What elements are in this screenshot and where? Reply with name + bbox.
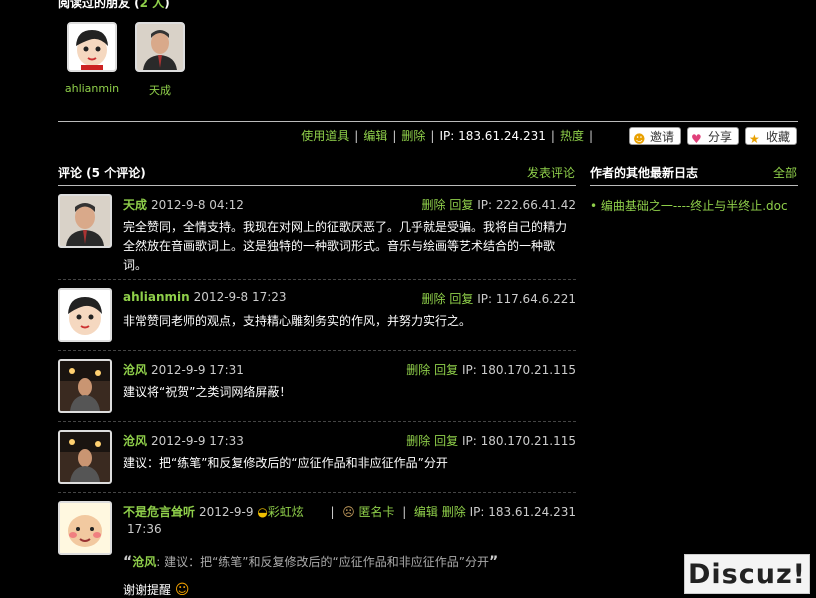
rainbow-icon: ◒ xyxy=(257,505,268,519)
friend-avatar[interactable] xyxy=(67,22,117,72)
quote-block: “沧风: 建议：把“练笔”和反复修改后的“应征作品和非应征作品”分开” xyxy=(123,553,498,570)
comments-title: 评论 (5 个评论) xyxy=(58,166,146,180)
comments-divider xyxy=(58,185,576,186)
comment-divider xyxy=(58,350,576,351)
discuz-watermark: Discuz! xyxy=(684,554,810,594)
quote-author[interactable]: 沧风 xyxy=(132,555,156,569)
invite-icon: ☻ xyxy=(633,132,646,146)
bullet-icon: • xyxy=(590,199,598,213)
reply-link[interactable]: 回复 xyxy=(449,198,473,212)
reply-link[interactable]: 回复 xyxy=(434,434,458,448)
heart-icon: ♥ xyxy=(691,132,702,146)
rainbow-link[interactable]: 彩虹炫 xyxy=(268,505,304,519)
reply-link[interactable]: 回复 xyxy=(434,363,458,377)
visitors-title: 阅读过的朋友 (2 人) xyxy=(58,0,170,10)
comment-author[interactable]: 不是危言耸听 xyxy=(123,505,195,519)
comment-time: 2012-9-9 xyxy=(199,505,254,519)
sidebar-title: 作者的其他最新日志 xyxy=(590,166,699,180)
separator: | xyxy=(430,129,435,143)
comment-time: 2012-9-8 04:12 xyxy=(151,198,244,212)
comment-author[interactable]: 沧风 xyxy=(123,363,147,377)
heat-link[interactable]: 热度 xyxy=(560,129,584,143)
comment-body: 建议：把“练笔”和反复修改后的“应征作品和非应征作品”分开 xyxy=(123,456,448,470)
quote-open-icon: “ xyxy=(123,554,133,570)
comment-time: 2012-9-9 17:31 xyxy=(151,363,244,377)
sidebar-divider xyxy=(590,185,798,186)
edit-link[interactable]: 编辑 xyxy=(414,505,438,519)
comment-divider xyxy=(58,421,576,422)
comment-ip: IP: 222.66.41.42 xyxy=(477,198,576,212)
comment-ip: IP: 183.61.24.231 xyxy=(469,505,576,519)
delete-link[interactable]: 删除 xyxy=(406,434,430,448)
comment-item: ahlianmin 2012-9-8 17:23 删除 回复 IP: 117.64… xyxy=(58,288,576,344)
comment-avatar[interactable] xyxy=(58,359,112,413)
quote-text: : 建议：把“练笔”和反复修改后的“应征作品和非应征作品”分开 xyxy=(156,555,489,569)
comment-author[interactable]: 沧风 xyxy=(123,434,147,448)
anon-card-link[interactable]: 匿名卡 xyxy=(359,505,395,519)
share-button[interactable]: ♥ 分享 xyxy=(687,127,739,146)
edit-link[interactable]: 编辑 xyxy=(363,129,387,143)
comment-avatar[interactable] xyxy=(58,288,112,342)
comment-time: 2012-9-8 17:23 xyxy=(193,290,287,304)
comment-time: 2012-9-9 17:33 xyxy=(151,434,244,448)
delete-link[interactable]: 删除 xyxy=(442,505,466,519)
separator: | xyxy=(354,129,359,143)
friend-avatar[interactable] xyxy=(135,22,185,72)
comment-avatar[interactable] xyxy=(58,194,112,248)
comment-avatar[interactable] xyxy=(58,501,112,555)
separator: | xyxy=(588,129,593,143)
separator: | xyxy=(550,129,555,143)
comment-item: 沧风 2012-9-9 17:33 删除 回复 IP: 180.170.21.11… xyxy=(58,430,576,486)
comment-body: 谢谢提醒 xyxy=(123,583,172,597)
reply-link[interactable]: 回复 xyxy=(449,292,473,306)
comment-author[interactable]: 天成 xyxy=(123,198,147,212)
delete-link[interactable]: 删除 xyxy=(406,363,430,377)
comment-divider xyxy=(58,279,576,280)
star-icon: ★ xyxy=(749,132,760,146)
favorite-button[interactable]: ★ 收藏 xyxy=(745,127,797,146)
delete-link[interactable]: 删除 xyxy=(401,129,425,143)
use-tool-link[interactable]: 使用道具 xyxy=(301,129,349,143)
delete-link[interactable]: 删除 xyxy=(422,198,446,212)
quote-close-icon: ” xyxy=(488,554,499,570)
comment-time-cont: 17:36 xyxy=(127,522,162,536)
comment-body: 非常赞同老师的观点，支持精心雕刻务实的作风，并努力实行之。 xyxy=(123,314,472,328)
comment-avatar[interactable] xyxy=(58,430,112,484)
entry-toolbar: 使用道具 | 编辑 | 删除 | IP: 183.61.24.231 | 热度 | xyxy=(220,127,598,144)
invite-button[interactable]: ☻ 邀请 xyxy=(629,127,681,146)
smile-icon: ☺ xyxy=(174,582,190,598)
sidebar-all-link[interactable]: 全部 xyxy=(773,164,797,181)
separator: | xyxy=(330,505,335,519)
comment-ip: IP: 180.170.21.115 xyxy=(461,434,576,448)
comment-item: 天成 2012-9-8 04:12 删除 回复 IP: 222.66.41.42 … xyxy=(58,194,576,272)
comment-divider xyxy=(58,492,576,493)
friend-tiancheng[interactable]: 天成 xyxy=(120,22,200,98)
comment-body: 建议将“祝贺”之类词网络屏蔽！ xyxy=(123,385,292,399)
comment-ip: IP: 117.64.6.221 xyxy=(477,292,576,306)
comment-item: 不是危言耸听 2012-9-9 ◒彩虹炫 | ☹ 匿名卡 | 编辑 删除 IP: … xyxy=(58,501,576,598)
sidebar-item[interactable]: • 编曲基础之一----终止与半终止.doc xyxy=(590,197,788,214)
divider xyxy=(58,121,798,122)
mask-icon: ☹ xyxy=(342,505,355,519)
ip-text: IP: 183.61.24.231 xyxy=(439,129,546,143)
comment-author[interactable]: ahlianmin xyxy=(123,290,190,304)
friend-name[interactable]: 天成 xyxy=(120,82,200,98)
comment-ip: IP: 180.170.21.115 xyxy=(461,363,576,377)
separator: | xyxy=(402,505,407,519)
delete-link[interactable]: 删除 xyxy=(422,292,446,306)
separator: | xyxy=(392,129,397,143)
comment-item: 沧风 2012-9-9 17:31 删除 回复 IP: 180.170.21.11… xyxy=(58,359,576,415)
comment-body: 完全赞同，全情支持。我现在对网上的征歌厌恶了。几乎就是受骗。我将自己的精力全然放… xyxy=(123,220,568,272)
post-comment-link[interactable]: 发表评论 xyxy=(527,164,575,181)
